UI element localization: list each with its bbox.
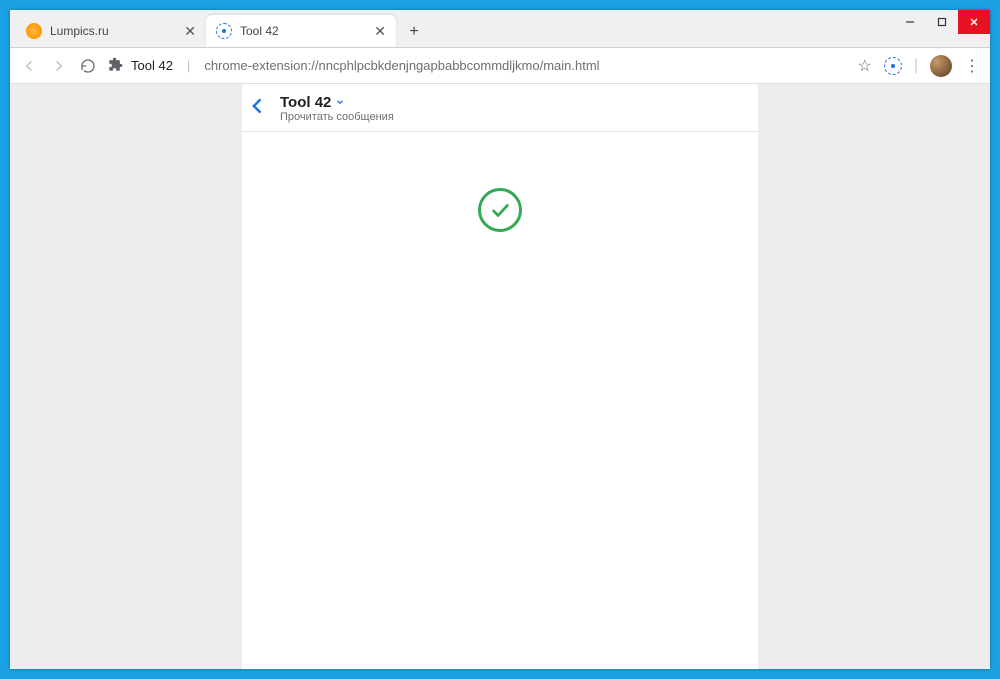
page-subtitle: Прочитать сообщения: [280, 111, 394, 123]
browser-window: Lumpics.ru ✕ Tool 42 ✕ +: [10, 10, 990, 669]
reload-button[interactable]: [80, 58, 96, 74]
nav-forward-button[interactable]: [50, 57, 68, 75]
favicon-tool42: [216, 23, 232, 39]
url-separator: |: [181, 58, 196, 73]
viewport: Tool 42 Прочитать сообщения: [10, 84, 990, 669]
header-text: Tool 42 Прочитать сообщения: [280, 94, 394, 123]
titlebar: Lumpics.ru ✕ Tool 42 ✕ +: [10, 10, 990, 48]
tab-tool42[interactable]: Tool 42 ✕: [206, 15, 396, 47]
close-tab-icon[interactable]: ✕: [184, 24, 196, 38]
success-check-icon: [478, 188, 522, 232]
bookmark-star-icon[interactable]: ☆: [858, 56, 872, 76]
page-title-dropdown[interactable]: Tool 42: [280, 94, 394, 111]
favicon-lumpics: [26, 23, 42, 39]
browser-menu-button[interactable]: ⋮: [964, 56, 980, 76]
url-site-label: Tool 42: [131, 58, 173, 73]
tab-strip: Lumpics.ru ✕ Tool 42 ✕ +: [10, 10, 990, 47]
tab-label: Lumpics.ru: [50, 24, 176, 38]
address-bar: Tool 42 | chrome-extension://nncphlpcbkd…: [10, 48, 990, 84]
extension-page: Tool 42 Прочитать сообщения: [242, 84, 758, 669]
url-text: chrome-extension://nncphlpcbkdenjngapbab…: [204, 58, 599, 73]
profile-avatar[interactable]: [930, 55, 952, 77]
tab-label: Tool 42: [240, 24, 366, 38]
tab-lumpics[interactable]: Lumpics.ru ✕: [16, 15, 206, 47]
page-header: Tool 42 Прочитать сообщения: [242, 84, 758, 132]
extension-toolbar-icon[interactable]: [884, 57, 902, 75]
minimize-button[interactable]: [894, 10, 926, 34]
back-chevron-icon[interactable]: [248, 96, 268, 121]
page-title: Tool 42: [280, 94, 331, 111]
window-controls: [894, 10, 990, 34]
page-body: [242, 132, 758, 669]
nav-back-button[interactable]: [20, 57, 38, 75]
new-tab-button[interactable]: +: [400, 23, 428, 41]
extension-icon: [108, 57, 123, 75]
close-tab-icon[interactable]: ✕: [374, 24, 386, 38]
close-window-button[interactable]: [958, 10, 990, 34]
maximize-button[interactable]: [926, 10, 958, 34]
chevron-down-icon: [335, 96, 345, 110]
omnibox[interactable]: Tool 42 | chrome-extension://nncphlpcbkd…: [108, 52, 846, 80]
